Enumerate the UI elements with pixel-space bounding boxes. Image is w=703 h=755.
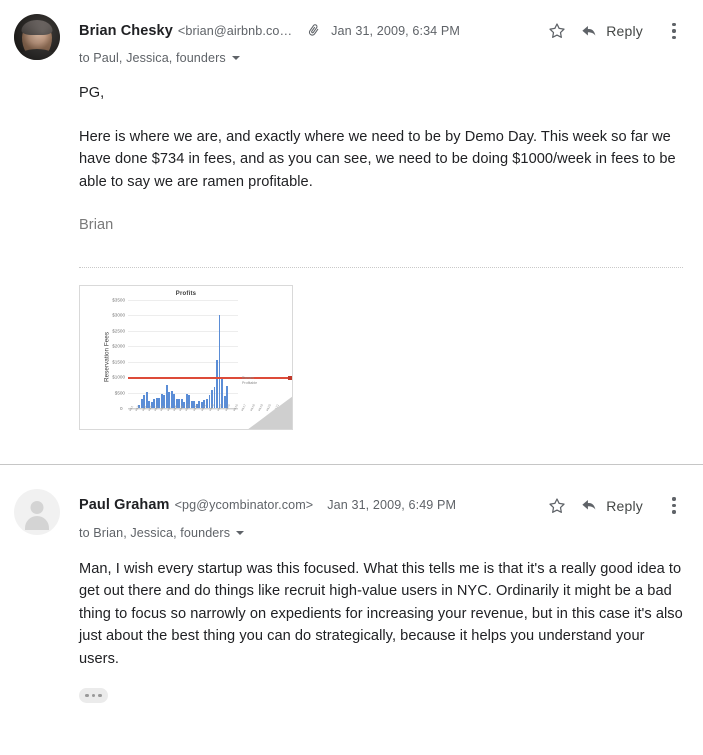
header-text-block: Paul Graham <pg@ycombinator.com> Jan 31,…	[60, 487, 691, 540]
reply-label: Reply	[606, 23, 643, 39]
body-signature: Brian	[79, 217, 114, 233]
message-body: Man, I wish every startup was this focus…	[0, 540, 703, 671]
chart-corner-fold	[247, 395, 292, 429]
chart-plot-area: $3500 $3000 $2500 $2000 $1500 $1000 $500 Ramen…	[112, 297, 292, 410]
avatar-person-body	[25, 515, 49, 530]
sender-email: <pg@ycombinator.com>	[174, 498, 314, 512]
sender-line: Brian Chesky <brian@airbnb.co… Jan 31, 2…	[79, 15, 691, 46]
recipients-line: to Paul, Jessica, founders	[79, 51, 691, 65]
reply-button[interactable]: Reply	[580, 22, 643, 41]
avatar[interactable]	[14, 488, 60, 535]
chart-y-tick: $1000	[112, 374, 125, 380]
message-timestamp: Jan 31, 2009, 6:49 PM	[327, 498, 457, 512]
recipients-label: to Brian, Jessica, founders	[79, 525, 231, 540]
reply-arrow-icon	[582, 25, 596, 35]
chart-bars	[128, 300, 238, 409]
message-actions: Reply	[540, 490, 691, 521]
star-button[interactable]	[540, 491, 574, 521]
message-timestamp: Jan 31, 2009, 6:34 PM	[331, 23, 460, 38]
message-header: Paul Graham <pg@ycombinator.com> Jan 31,…	[0, 465, 703, 540]
sender-line: Paul Graham <pg@ycombinator.com> Jan 31,…	[79, 490, 691, 521]
chart-y-tick: $2500	[112, 328, 125, 334]
email-thread: Brian Chesky <brian@airbnb.co… Jan 31, 2…	[0, 0, 703, 755]
recipients-label: to Paul, Jessica, founders	[79, 51, 226, 65]
avatar-shading	[14, 14, 60, 60]
legend-label: Ramen Profitable	[242, 376, 258, 385]
more-options-button[interactable]	[657, 16, 691, 46]
chart-zero-tick: 0	[120, 405, 123, 411]
avatar[interactable]	[14, 14, 60, 60]
body-paragraph: Here is where we are, and exactly where …	[79, 128, 676, 190]
reply-button[interactable]: Reply	[580, 496, 643, 515]
show-trimmed-content-button[interactable]	[79, 687, 108, 703]
chevron-down-icon[interactable]	[236, 530, 245, 535]
sender-email: <brian@airbnb.co…	[177, 23, 293, 38]
reply-label: Reply	[606, 497, 643, 514]
chevron-down-icon[interactable]	[231, 56, 240, 60]
attachment-divider	[79, 266, 683, 268]
message-header: Brian Chesky <brian@airbnb.co… Jan 31, 2…	[0, 0, 703, 65]
chart-y-tick: $2000	[112, 343, 125, 349]
sender-name: Paul Graham	[79, 497, 170, 513]
ellipsis-icon	[98, 693, 102, 697]
recipients-line: to Brian, Jessica, founders	[79, 526, 691, 540]
email-message-paul-graham: Paul Graham <pg@ycombinator.com> Jan 31,…	[0, 465, 703, 703]
chart-y-tick: $500	[114, 390, 125, 396]
attachment-chart-image[interactable]: Profits Reservation Fees $3500 $3000 $2500…	[79, 284, 293, 430]
chart-card: Profits Reservation Fees $3500 $3000 $2500…	[79, 284, 293, 430]
reply-arrow-icon	[582, 499, 596, 510]
message-actions: Reply	[540, 15, 691, 46]
chart-title: Profits	[175, 290, 197, 297]
paperclip-icon	[306, 23, 321, 38]
chart-y-tick: $3500	[112, 297, 125, 302]
chart-y-axis-label: Reservation Fees	[103, 331, 111, 383]
attachment-zone: Profits Reservation Fees $3500 $3000 $2500…	[0, 266, 703, 430]
ellipsis-icon	[91, 693, 96, 697]
legend-marker	[288, 376, 292, 381]
chart-y-tick: $1500	[112, 359, 125, 365]
more-options-button[interactable]	[657, 491, 691, 521]
email-message-brian-chesky: Brian Chesky <brian@airbnb.co… Jan 31, 2…	[0, 0, 703, 464]
body-paragraph: Man, I wish every startup was this focus…	[79, 560, 683, 667]
body-greeting: PG,	[79, 85, 105, 101]
chart-x-tick-labels: wk1 wk2 wk3 wk4 wk5 wk6 wk7 wk8 wk9 wk10 wk11 wk12 w…	[128, 403, 292, 423]
sender-name: Brian Chesky	[79, 22, 173, 39]
avatar-person-head	[30, 500, 44, 514]
message-body: PG, Here is where we are, and exactly wh…	[0, 65, 703, 237]
ellipsis-icon	[85, 693, 89, 697]
trimmed-content-zone	[0, 670, 703, 703]
chart-y-tick: $3000	[112, 312, 125, 318]
star-button[interactable]	[540, 16, 574, 46]
header-text-block: Brian Chesky <brian@airbnb.co… Jan 31, 2…	[60, 12, 691, 65]
